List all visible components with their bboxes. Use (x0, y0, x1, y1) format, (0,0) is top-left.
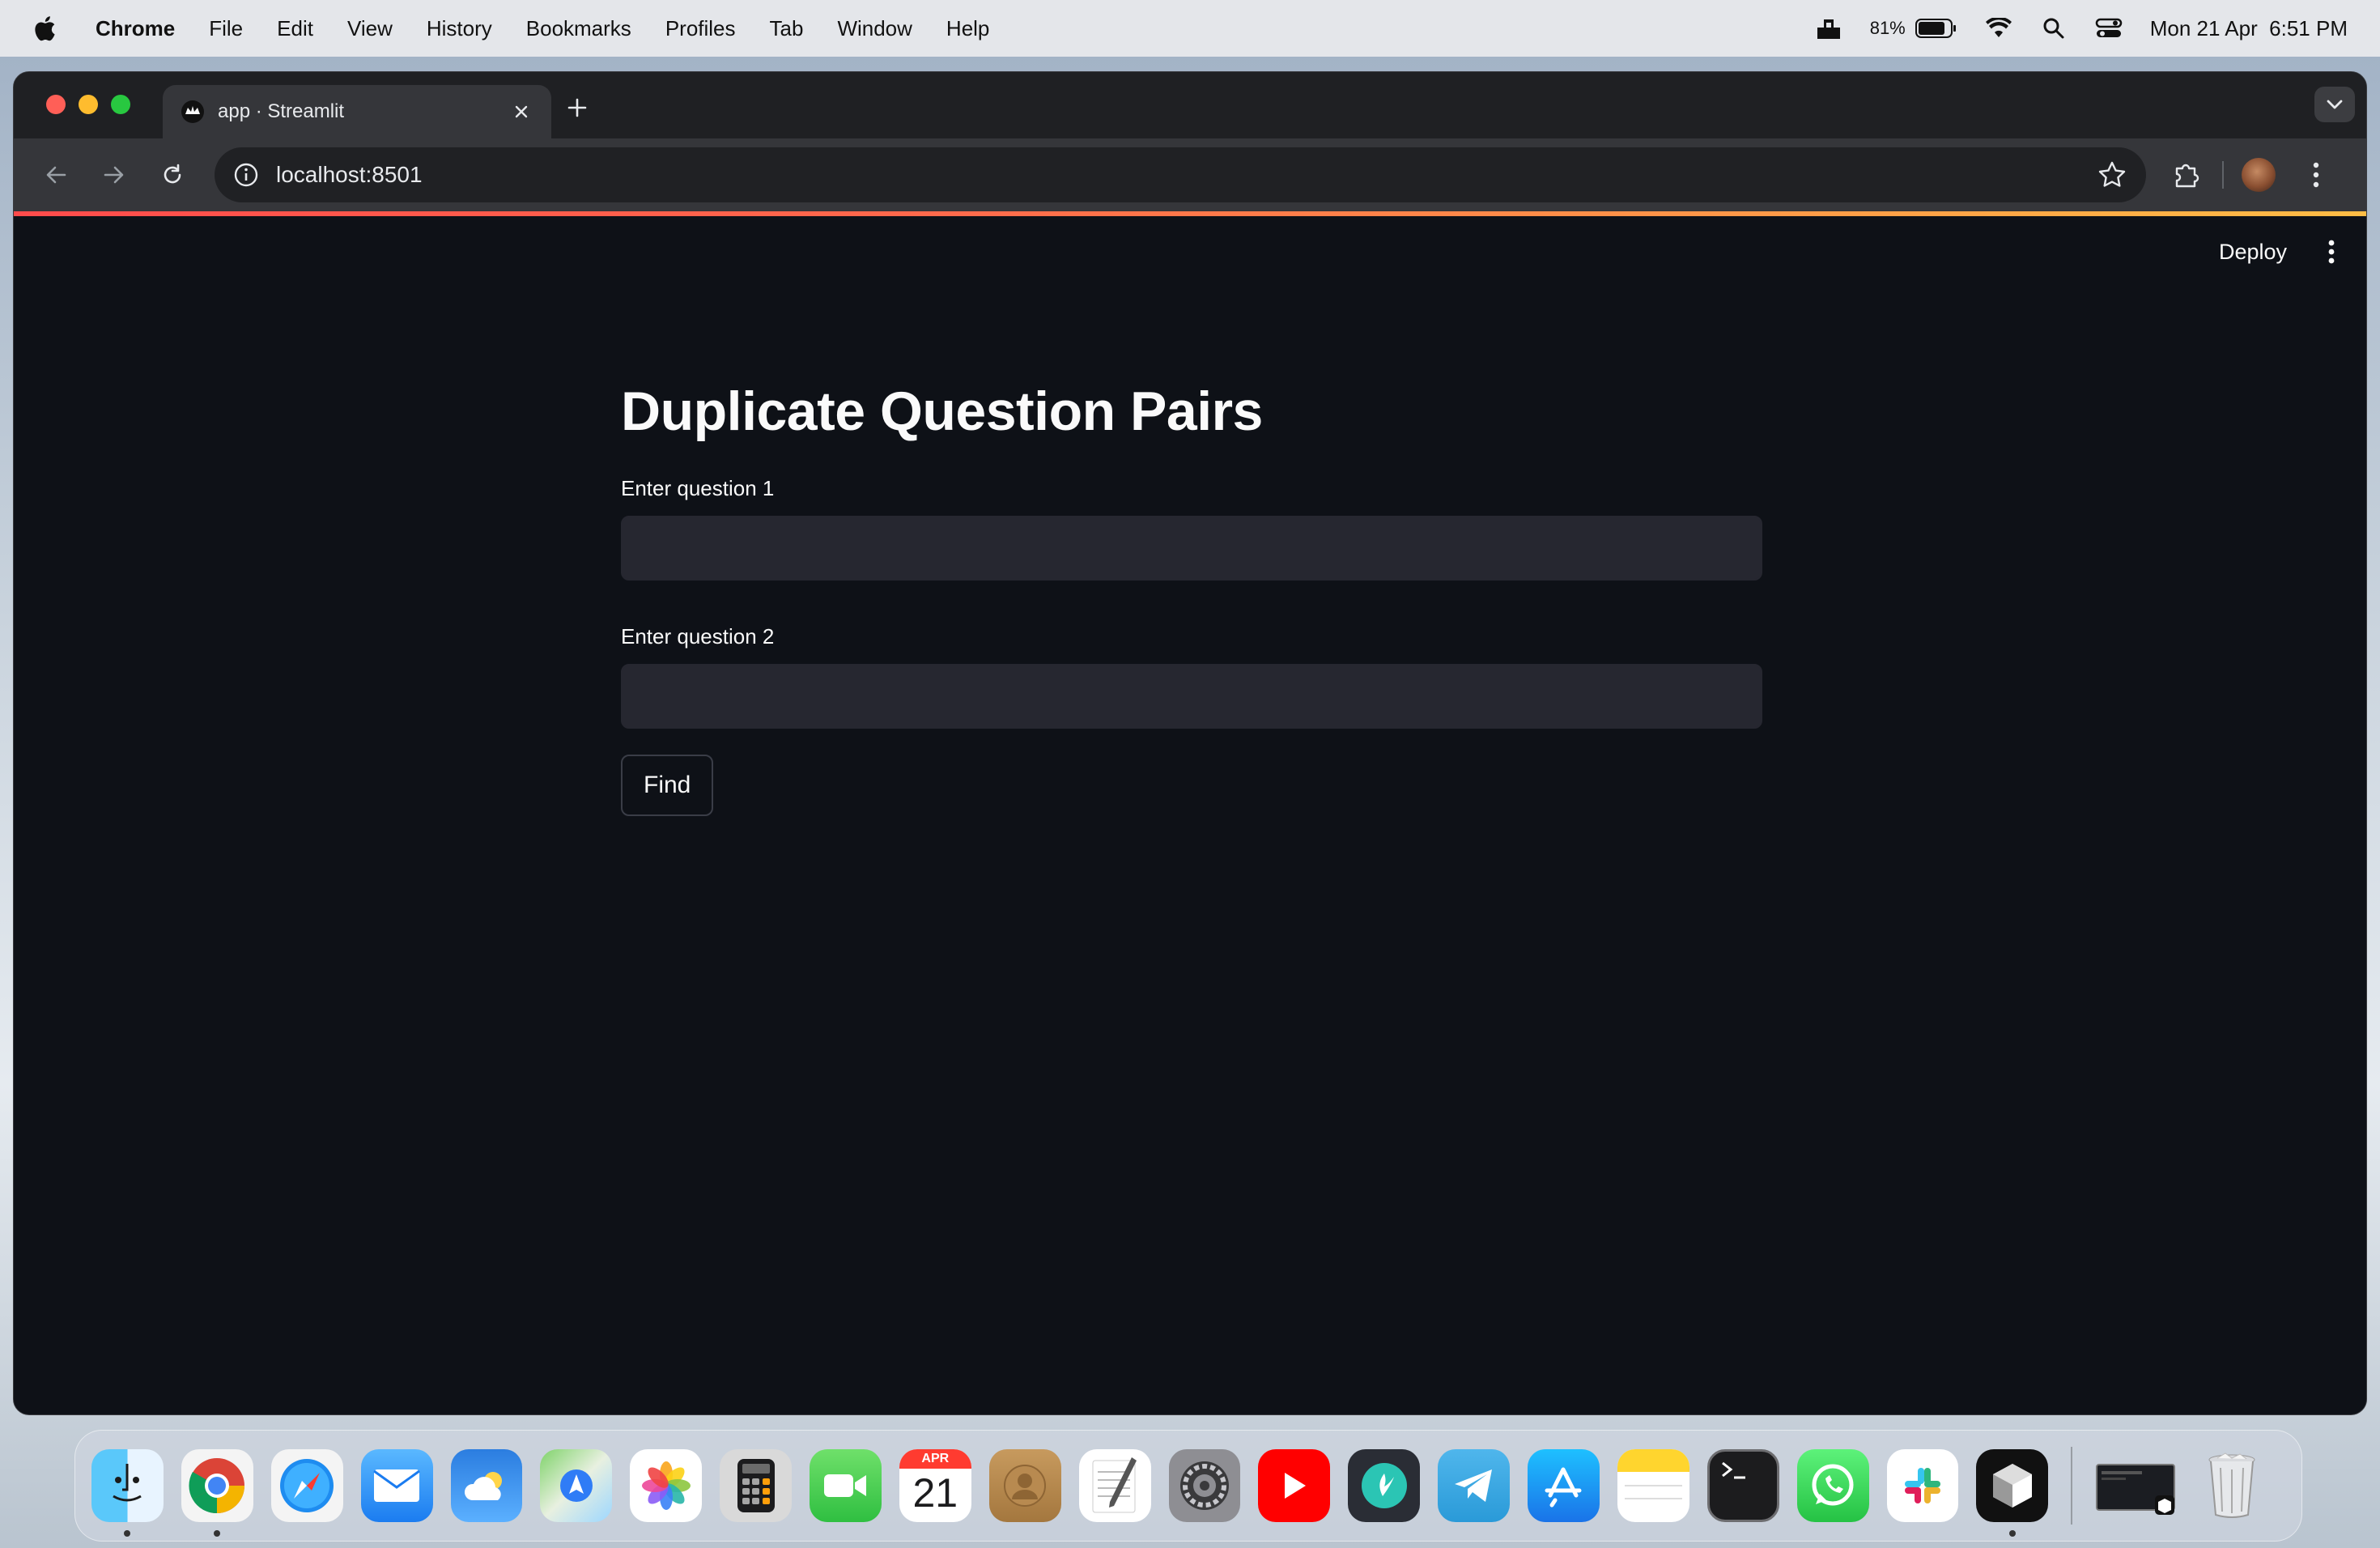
menu-window[interactable]: Window (837, 16, 912, 41)
status-app-icon[interactable] (1815, 16, 1842, 40)
deploy-button[interactable]: Deploy (2219, 240, 2287, 265)
bookmark-star-icon[interactable] (2096, 159, 2128, 191)
cube-app-icon[interactable] (1976, 1449, 2049, 1537)
chrome-icon[interactable] (181, 1449, 253, 1537)
tab-strip: app · Streamlit (14, 72, 2366, 138)
window-controls (46, 95, 130, 114)
mail-icon[interactable] (360, 1449, 433, 1522)
page-title: Duplicate Question Pairs (621, 381, 1263, 442)
contacts-icon[interactable] (988, 1449, 1061, 1522)
question-1-label: Enter question 1 (621, 475, 775, 500)
running-indicator (214, 1530, 221, 1537)
terminal-icon[interactable] (1706, 1449, 1779, 1522)
battery-percentage: 81% (1869, 18, 1906, 38)
find-button[interactable]: Find (621, 754, 714, 816)
calculator-icon[interactable] (720, 1449, 792, 1522)
main-content: Duplicate Question Pairs Enter question … (621, 381, 1762, 816)
question-1-input[interactable] (621, 515, 1762, 580)
whatsapp-icon[interactable] (1796, 1449, 1869, 1522)
calendar-day: 21 (912, 1470, 958, 1516)
new-tab-button[interactable] (561, 91, 593, 124)
browser-tab[interactable]: app · Streamlit (163, 85, 551, 138)
notes-icon[interactable] (1617, 1449, 1689, 1522)
apple-logo-icon[interactable] (32, 15, 57, 42)
maps-icon[interactable] (540, 1449, 613, 1522)
dock-divider (2071, 1447, 2073, 1525)
streamlit-header: Deploy (2219, 236, 2344, 268)
close-window-button[interactable] (46, 95, 66, 114)
calendar-month: APR (899, 1449, 971, 1469)
system-settings-icon[interactable] (1168, 1449, 1241, 1522)
extensions-puzzle-icon[interactable] (2169, 157, 2204, 193)
reload-icon (164, 164, 181, 184)
telegram-icon[interactable] (1438, 1449, 1510, 1522)
question-2-label: Enter question 2 (621, 623, 775, 649)
menu-app-name[interactable]: Chrome (96, 16, 175, 41)
minimize-window-button[interactable] (79, 95, 98, 114)
screenshot-preview-icon[interactable] (2093, 1449, 2178, 1522)
menu-history[interactable]: History (427, 16, 492, 41)
trash-icon[interactable] (2195, 1449, 2267, 1522)
menu-edit[interactable]: Edit (277, 16, 313, 41)
menu-view[interactable]: View (347, 16, 393, 41)
tab-title: app · Streamlit (218, 100, 345, 122)
arrow-right-icon (104, 166, 124, 184)
finder-icon[interactable] (91, 1449, 164, 1537)
menu-help[interactable]: Help (946, 16, 989, 41)
menu-file[interactable]: File (209, 16, 243, 41)
streamlit-decoration-bar (14, 211, 2366, 216)
youtube-icon[interactable] (1258, 1449, 1331, 1522)
browser-window: app · Streamlit localhost:8501 Deploy Du… (13, 71, 2367, 1415)
forward-button[interactable] (91, 152, 137, 198)
url-text[interactable]: localhost:8501 (276, 162, 423, 188)
running-indicator (124, 1530, 131, 1537)
textedit-icon[interactable] (1078, 1449, 1151, 1522)
reload-button[interactable] (150, 152, 195, 198)
menu-clock[interactable]: Mon 21 Apr 6:51 PM (2150, 16, 2348, 41)
toolbar-divider (2222, 161, 2224, 189)
address-bar[interactable]: localhost:8501 (215, 147, 2146, 202)
close-tab-icon[interactable] (509, 100, 533, 124)
streamlit-favicon-icon (181, 100, 204, 123)
calendar-icon[interactable]: APR 21 (899, 1449, 971, 1522)
facetime-icon[interactable] (810, 1449, 882, 1522)
streamlit-main-menu-icon[interactable] (2319, 236, 2344, 268)
question-2-input[interactable] (621, 663, 1762, 729)
spotlight-search-icon[interactable] (2040, 16, 2068, 40)
weather-icon[interactable] (450, 1449, 523, 1522)
app-store-icon[interactable] (1528, 1449, 1600, 1522)
control-center-icon[interactable] (2095, 16, 2123, 40)
macos-dock: APR 21 (74, 1430, 2302, 1542)
site-info-icon[interactable] (232, 161, 260, 189)
slack-icon[interactable] (1886, 1449, 1959, 1522)
menu-bookmarks[interactable]: Bookmarks (526, 16, 631, 41)
chevron-down-icon (2327, 100, 2343, 109)
battery-icon[interactable] (1915, 16, 1957, 40)
jiosaavn-icon[interactable] (1348, 1449, 1421, 1522)
back-button[interactable] (33, 152, 79, 198)
menu-tab[interactable]: Tab (770, 16, 804, 41)
menu-profiles[interactable]: Profiles (665, 16, 736, 41)
tab-search-button[interactable] (2314, 87, 2355, 122)
chrome-menu-icon[interactable] (2300, 159, 2332, 191)
safari-icon[interactable] (270, 1449, 343, 1522)
arrow-left-icon (46, 166, 66, 184)
running-indicator (2008, 1530, 2016, 1537)
photos-icon[interactable] (630, 1449, 703, 1522)
fullscreen-window-button[interactable] (111, 95, 130, 114)
browser-toolbar: localhost:8501 (14, 138, 2366, 211)
macos-menu-bar: Chrome File Edit View History Bookmarks … (0, 0, 2380, 57)
wifi-icon[interactable] (1985, 16, 2012, 40)
profile-avatar[interactable] (2242, 158, 2276, 192)
streamlit-page: Deploy Duplicate Question Pairs Enter qu… (14, 211, 2366, 1414)
